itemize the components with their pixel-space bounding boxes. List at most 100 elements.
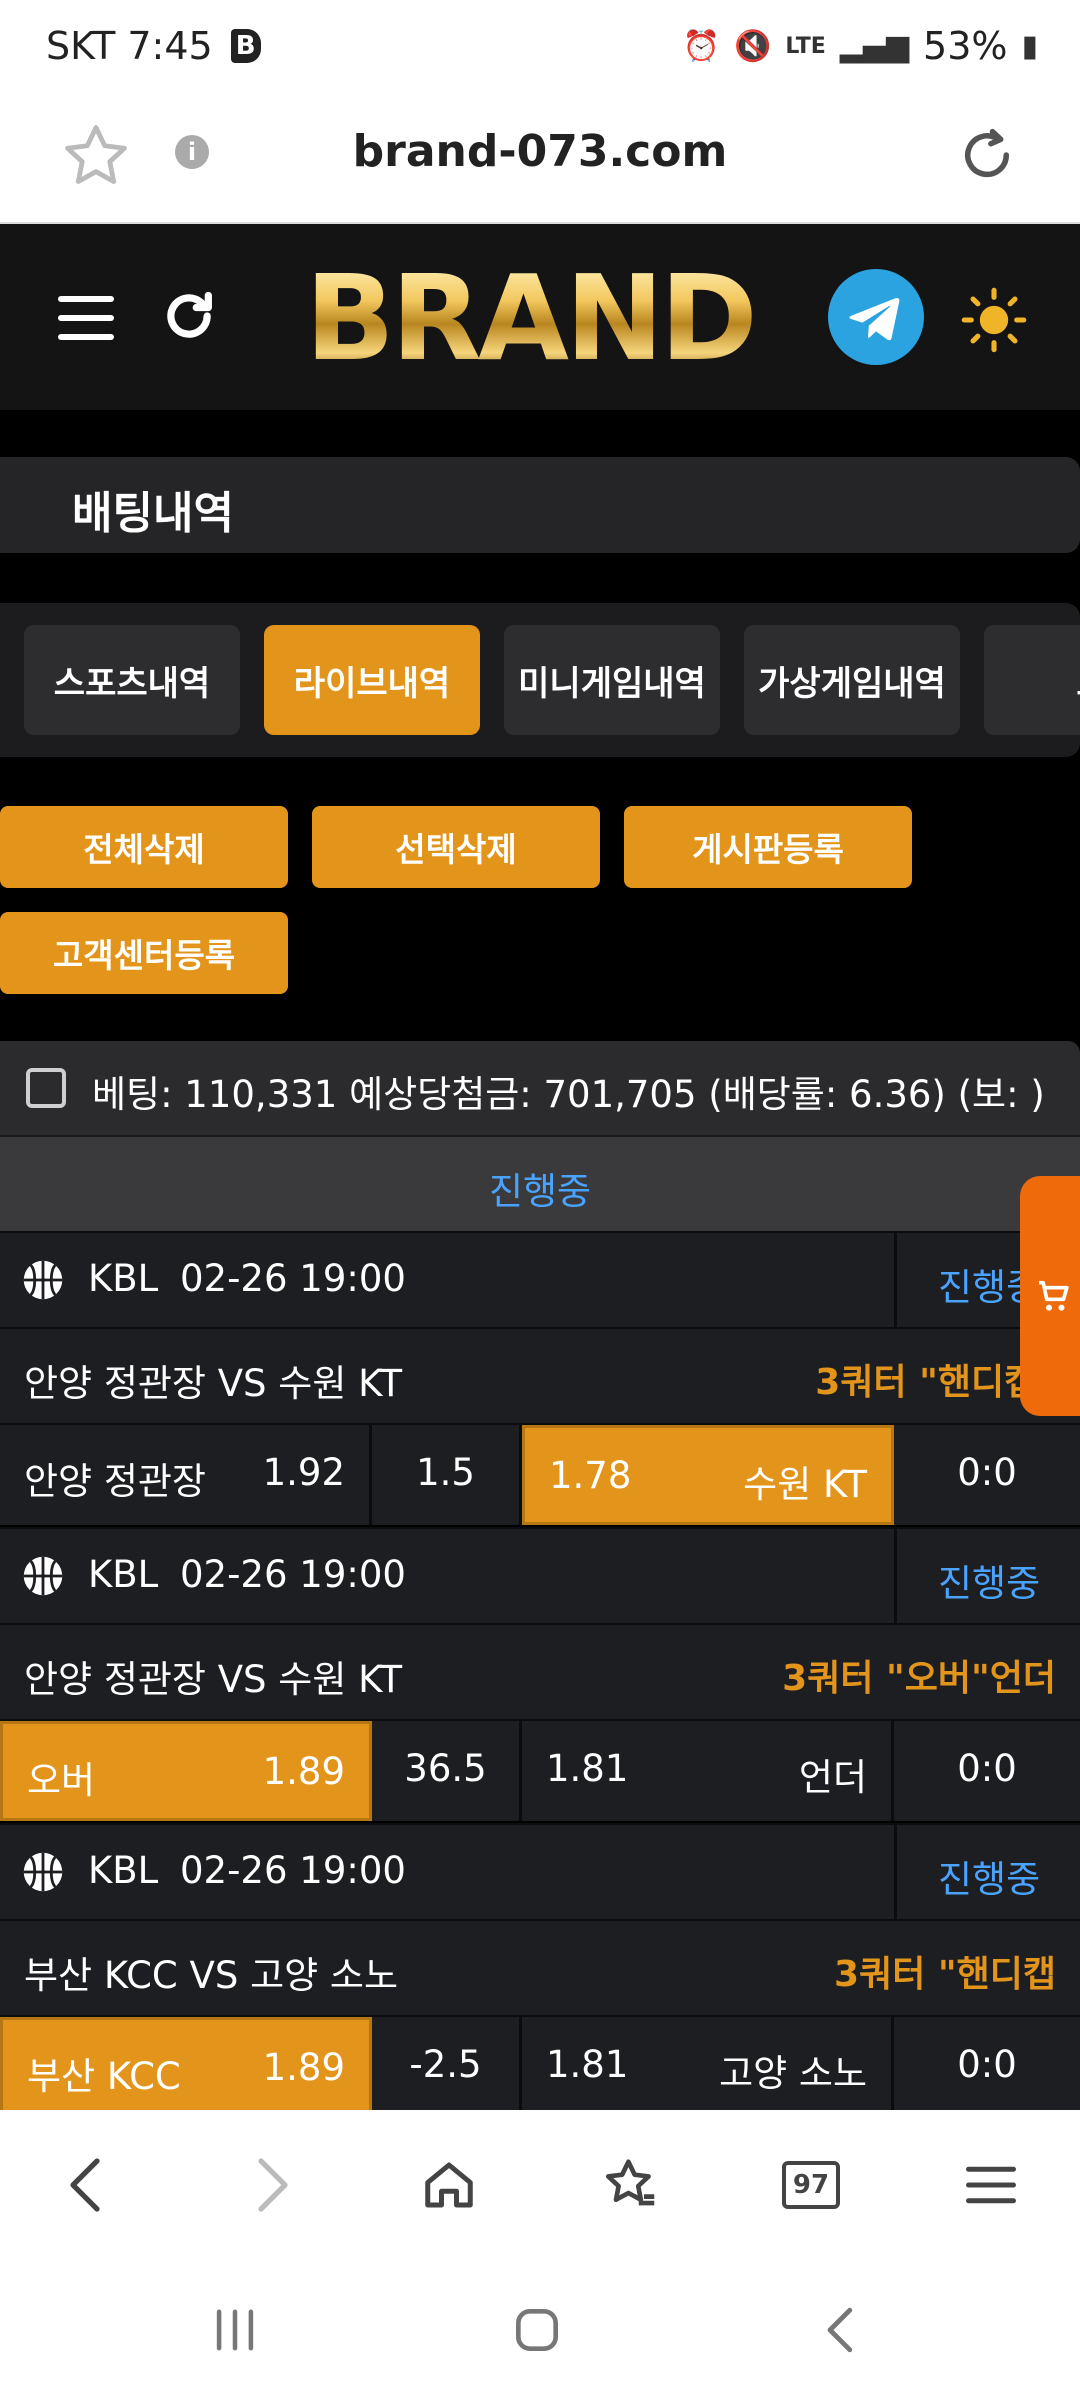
home-button[interactable] [404, 2140, 494, 2230]
market-label: 3쿼터 "오버"언더 [782, 1658, 1056, 1699]
bet-info-row: KBL 02-26 19:00 진행중 [0, 1527, 1080, 1625]
line-value: 36.5 [404, 1747, 487, 1790]
away-team: 수원 KT [743, 1463, 867, 1506]
score-cell: 0:0 [894, 2017, 1080, 2110]
score-cell: 0:0 [894, 1721, 1080, 1821]
sun-icon[interactable] [960, 286, 1028, 354]
match-datetime: 02-26 19:00 [180, 1849, 406, 1892]
tabs-button[interactable]: 97 [766, 2140, 856, 2230]
telegram-icon[interactable] [828, 269, 924, 365]
site-header: BRAND [0, 224, 1080, 410]
home-odds: 1.89 [262, 2046, 345, 2089]
back-button[interactable] [42, 2140, 132, 2230]
match-row: 안양 정관장 VS 수원 KT 3쿼터 "핸디캡" [0, 1327, 1080, 1423]
post-board-button[interactable]: 게시판등록 [624, 806, 912, 888]
match-row: 안양 정관장 VS 수원 KT 3쿼터 "오버"언더 [0, 1623, 1080, 1719]
system-back-button[interactable] [796, 2300, 886, 2360]
league-label: KBL [88, 1257, 159, 1300]
bet-summary: 베팅: 110,331 예상당첨금: 701,705 (배당률: 6.36) (… [0, 1041, 1080, 1135]
bet-status: 진행중 [938, 1858, 1041, 1901]
home-square-icon [516, 2309, 558, 2351]
away-odds-cell[interactable]: 1.81 고양 소노 [522, 2017, 894, 2110]
tab-virtual-game[interactable]: 가상게임내역 [744, 625, 960, 735]
menu-icon[interactable] [58, 296, 114, 340]
menu-lines-icon [966, 2166, 1016, 2204]
bookmarks-button[interactable] [586, 2140, 676, 2230]
home-odds-cell[interactable]: 부산 KCC 1.89 [0, 2017, 372, 2110]
forward-arrow-icon [258, 2158, 288, 2212]
cart-icon [1039, 1280, 1069, 1311]
reload-icon[interactable] [954, 122, 1020, 188]
away-odds-cell[interactable]: 1.78 수원 KT [522, 1425, 894, 1525]
league-label: KBL [88, 1849, 159, 1892]
home-team: 안양 정관장 [24, 1460, 206, 1503]
url-text[interactable]: brand-073.com [0, 126, 1080, 177]
bet-info-row: KBL 02-26 19:00 진행중 [0, 1231, 1080, 1329]
signal-icon: ▂▄▆ [839, 28, 910, 64]
home-odds: 1.92 [262, 1451, 345, 1494]
line-cell: -2.5 [372, 2017, 522, 2110]
match-teams: 안양 정관장 VS 수원 KT [24, 1362, 403, 1405]
tab-sports[interactable]: 스포츠내역 [24, 625, 240, 735]
basketball-icon [23, 1852, 63, 1892]
page-title-bar: 배팅내역 [0, 457, 1080, 553]
basketball-icon [23, 1260, 63, 1300]
tab-count: 97 [782, 2161, 840, 2209]
market-label: 3쿼터 "핸디캡 [834, 1954, 1056, 1995]
away-odds: 1.78 [549, 1454, 632, 1497]
score-cell: 0:0 [894, 1425, 1080, 1525]
system-home-button[interactable] [492, 2300, 582, 2360]
away-odds: 1.81 [546, 2043, 629, 2086]
alarm-icon: ⏰ [682, 28, 721, 64]
tab-more[interactable]: 로 [984, 625, 1080, 735]
score: 0:0 [957, 1747, 1017, 1790]
score: 0:0 [957, 2043, 1017, 2086]
line-cell: 1.5 [372, 1425, 522, 1525]
odds-row: 오버 1.89 36.5 1.81 언더 0:0 [0, 1719, 1080, 1821]
bet-info-row: KBL 02-26 19:00 진행중 [0, 1823, 1080, 1921]
recent-apps-button[interactable] [190, 2300, 280, 2360]
browser-menu-button[interactable] [946, 2140, 1036, 2230]
carrier-time: SKT 7:45 [46, 24, 213, 68]
betslip-cart-button[interactable] [1020, 1176, 1080, 1416]
app-badge-icon: B [230, 29, 261, 63]
section-status-header: 진행중 [0, 1135, 1080, 1231]
delete-selected-button[interactable]: 선택삭제 [312, 806, 600, 888]
browser-address-bar: i brand-073.com [0, 100, 1080, 224]
home-icon [425, 2162, 473, 2208]
tab-live[interactable]: 라이브내역 [264, 625, 480, 735]
refresh-icon[interactable] [160, 287, 218, 345]
network-label: LTE [785, 33, 826, 59]
away-team: 고양 소노 [719, 2052, 867, 2095]
delete-all-button[interactable]: 전체삭제 [0, 806, 288, 888]
history-tabs: 스포츠내역 라이브내역 미니게임내역 가상게임내역 로 [0, 603, 1080, 757]
battery-percent: 53% [923, 24, 1008, 68]
home-team: 오버 [27, 1759, 96, 1802]
line-cell: 36.5 [372, 1721, 522, 1821]
score: 0:0 [957, 1451, 1017, 1494]
select-checkbox[interactable] [26, 1068, 66, 1108]
away-odds: 1.81 [546, 1747, 629, 1790]
match-teams: 안양 정관장 VS 수원 KT [24, 1658, 403, 1701]
battery-icon: ▮ [1021, 28, 1038, 64]
home-team: 부산 KCC [27, 2055, 181, 2098]
home-odds-cell[interactable]: 안양 정관장 1.92 [0, 1425, 372, 1525]
browser-toolbar: 97 [0, 2110, 1080, 2260]
summary-text: 베팅: 110,331 예상당첨금: 701,705 (배당률: 6.36) (… [92, 1073, 1045, 1116]
away-team: 언더 [798, 1756, 867, 1799]
away-odds-cell[interactable]: 1.81 언더 [522, 1721, 894, 1821]
forward-button[interactable] [226, 2140, 316, 2230]
odds-row: 부산 KCC 1.89 -2.5 1.81 고양 소노 0:0 [0, 2015, 1080, 2110]
system-back-icon [827, 2307, 853, 2353]
bet-status: 진행중 [938, 1562, 1041, 1605]
brand-logo[interactable]: BRAND [305, 259, 758, 377]
system-nav-bar [0, 2260, 1080, 2400]
home-odds: 1.89 [262, 1750, 345, 1793]
line-value: 1.5 [416, 1451, 475, 1494]
section-status: 진행중 [488, 1170, 592, 1213]
home-odds-cell[interactable]: 오버 1.89 [0, 1721, 372, 1821]
tab-minigame[interactable]: 미니게임내역 [504, 625, 720, 735]
match-row: 부산 KCC VS 고양 소노 3쿼터 "핸디캡 [0, 1919, 1080, 2015]
match-datetime: 02-26 19:00 [180, 1257, 406, 1300]
post-support-button[interactable]: 고객센터등록 [0, 912, 288, 994]
